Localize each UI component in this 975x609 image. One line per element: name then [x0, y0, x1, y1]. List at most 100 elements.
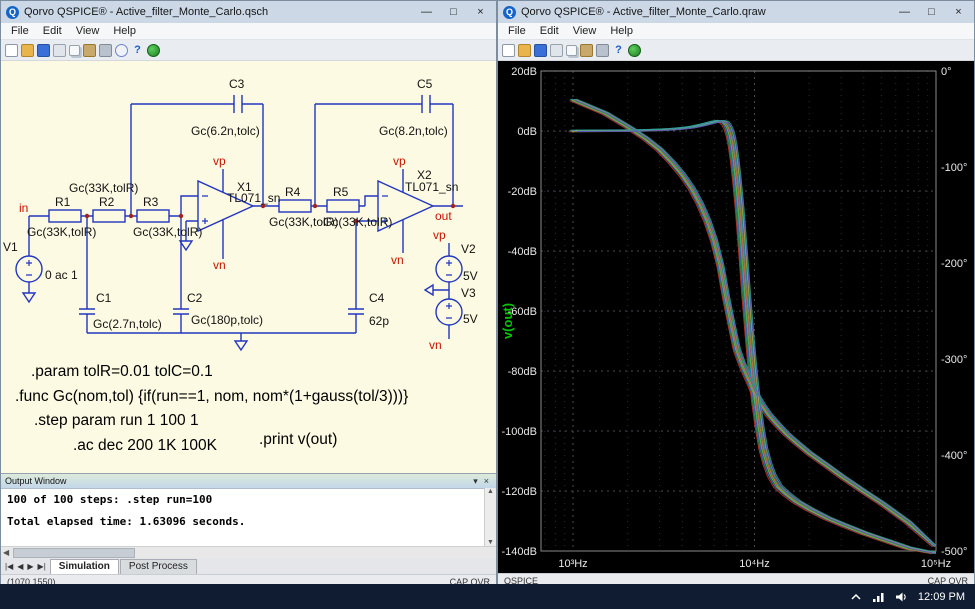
- mc-trace: [576, 121, 937, 554]
- schematic-label: Gc(8.2n,tolc): [379, 124, 448, 138]
- paste-icon[interactable]: [580, 43, 593, 57]
- save-icon[interactable]: [37, 43, 50, 57]
- axis-tick-label: -400°: [941, 450, 967, 462]
- axis-tick-label: -100°: [941, 162, 967, 174]
- left-menubar: File Edit View Help: [1, 23, 496, 40]
- print-icon[interactable]: [99, 43, 112, 57]
- copy-icon[interactable]: [566, 44, 577, 56]
- menu-help[interactable]: Help: [106, 25, 143, 37]
- output-window: Output Window ▾ × 100 of 100 steps: .ste…: [1, 473, 496, 558]
- schematic-label: V2: [461, 242, 476, 256]
- paste-icon[interactable]: [83, 43, 96, 57]
- right-menubar: File Edit View Help: [498, 23, 974, 40]
- menu-view[interactable]: View: [69, 25, 107, 37]
- scroll-down-icon[interactable]: ▼: [487, 539, 494, 546]
- web-icon[interactable]: [628, 43, 641, 57]
- menu-file[interactable]: File: [501, 25, 533, 37]
- mc-trace: [576, 98, 937, 546]
- schematic-label: 62p: [369, 314, 389, 328]
- left-titlebar[interactable]: Q Qorvo QSPICE® - Active_filter_Monte_Ca…: [1, 1, 496, 23]
- schematic-label: vp: [433, 228, 446, 242]
- axis-tick-label: -120dB: [502, 486, 537, 498]
- axis-tick-label: -20dB: [508, 186, 537, 198]
- maximize-button[interactable]: □: [918, 2, 945, 22]
- menu-view[interactable]: View: [566, 25, 604, 37]
- scroll-up-icon[interactable]: ▲: [487, 488, 494, 495]
- scroll-left-icon[interactable]: ◀: [3, 548, 9, 557]
- output-close-icon[interactable]: ×: [481, 476, 492, 486]
- open-folder-icon[interactable]: [518, 43, 531, 57]
- mc-trace: [571, 99, 936, 548]
- menu-help[interactable]: Help: [603, 25, 640, 37]
- schematic-label: .ac dec 200 1K 100K: [73, 437, 218, 454]
- save-icon[interactable]: [534, 43, 547, 57]
- mc-trace: [574, 121, 937, 555]
- tab-first-button[interactable]: |◀: [5, 562, 13, 571]
- schematic-label: Gc(33K,tolR): [27, 225, 96, 239]
- output-window-title: Output Window: [5, 476, 67, 486]
- axis-tick-label: 0dB: [517, 126, 537, 138]
- mc-trace: [573, 98, 937, 547]
- network-icon[interactable]: [872, 591, 885, 603]
- schematic-label: out: [435, 209, 452, 223]
- schematic-label: vp: [213, 154, 226, 168]
- schematic-window: Q Qorvo QSPICE® - Active_filter_Monte_Ca…: [0, 0, 497, 589]
- zoom-icon[interactable]: [115, 43, 128, 57]
- schematic-label: C1: [96, 291, 112, 305]
- y-axis-trace-label: v(out): [500, 303, 515, 339]
- new-file-icon[interactable]: [502, 43, 515, 57]
- axis-tick-label: 20dB: [511, 66, 537, 78]
- schematic-editor[interactable]: C3 Gc(6.2n,tolc) C5 Gc(8.2n,tolc) in R1 R2 R3 R4…: [1, 61, 496, 473]
- copy-icon[interactable]: [69, 44, 80, 56]
- scrollbar-thumb[interactable]: [13, 547, 136, 558]
- schematic-label: Gc(33K,tolR): [133, 225, 202, 239]
- help-icon[interactable]: ?: [131, 44, 144, 57]
- minimize-button[interactable]: —: [891, 2, 918, 22]
- axis-tick-label: 10⁵Hz: [921, 558, 951, 570]
- menu-edit[interactable]: Edit: [533, 25, 566, 37]
- close-button[interactable]: ×: [945, 2, 972, 22]
- output-window-header[interactable]: Output Window ▾ ×: [1, 474, 496, 489]
- maximize-button[interactable]: □: [440, 2, 467, 22]
- plot-canvas[interactable]: 20dB0dB-20dB-40dB-60dB-80dB-100dB-120dB-…: [498, 61, 975, 573]
- axis-tick-label: -100dB: [502, 426, 537, 438]
- schematic-canvas[interactable]: C3 Gc(6.2n,tolc) C5 Gc(8.2n,tolc) in R1 R2 R3 R4…: [1, 61, 496, 473]
- menu-file[interactable]: File: [4, 25, 36, 37]
- help-icon[interactable]: ?: [612, 44, 625, 57]
- volume-icon[interactable]: [895, 591, 908, 603]
- waveform-plot[interactable]: 20dB 0dB -20dB -40dB -60dB -80dB -100dB -120dB -…: [498, 61, 974, 573]
- axis-tick-label: -300°: [941, 354, 967, 366]
- axis-tick-label: -80dB: [508, 366, 537, 378]
- menu-edit[interactable]: Edit: [36, 25, 69, 37]
- new-file-icon[interactable]: [5, 43, 18, 57]
- schematic-label: TL071_sn: [227, 191, 280, 205]
- schematic-label: C4: [369, 291, 385, 305]
- app-icon: Q: [503, 5, 516, 19]
- tray-chevron-icon[interactable]: [850, 591, 862, 603]
- mc-trace: [577, 119, 937, 553]
- tab-prev-button[interactable]: ◀: [17, 562, 23, 571]
- minimize-button[interactable]: —: [413, 2, 440, 22]
- cut-icon[interactable]: [53, 43, 66, 57]
- clock-time[interactable]: 12:09 PM: [918, 591, 965, 603]
- schematic-label: R3: [143, 195, 159, 209]
- output-log[interactable]: 100 of 100 steps: .step run=100 Total el…: [1, 489, 496, 547]
- right-titlebar[interactable]: Q Qorvo QSPICE® - Active_filter_Monte_Ca…: [498, 1, 974, 23]
- cut-icon[interactable]: [550, 43, 563, 57]
- schematic-label: C5: [417, 77, 433, 91]
- output-collapse-icon[interactable]: ▾: [470, 476, 481, 487]
- tab-last-button[interactable]: ▶|: [38, 562, 46, 571]
- plot-border: [540, 70, 937, 552]
- output-horizontal-scrollbar[interactable]: ◀: [1, 546, 496, 558]
- print-icon[interactable]: [596, 43, 609, 57]
- output-vertical-scrollbar[interactable]: ▲ ▼: [484, 488, 496, 546]
- schematic-label: Gc(33K,tolR): [69, 181, 138, 195]
- schematic-label: vn: [213, 258, 226, 272]
- tab-simulation[interactable]: Simulation: [49, 559, 119, 574]
- open-folder-icon[interactable]: [21, 43, 34, 57]
- tab-next-button[interactable]: ▶: [27, 562, 33, 571]
- waveform-window: Q Qorvo QSPICE® - Active_filter_Monte_Ca…: [497, 0, 975, 588]
- close-button[interactable]: ×: [467, 2, 494, 22]
- tab-post-process[interactable]: Post Process: [119, 559, 197, 574]
- run-icon[interactable]: [147, 43, 160, 57]
